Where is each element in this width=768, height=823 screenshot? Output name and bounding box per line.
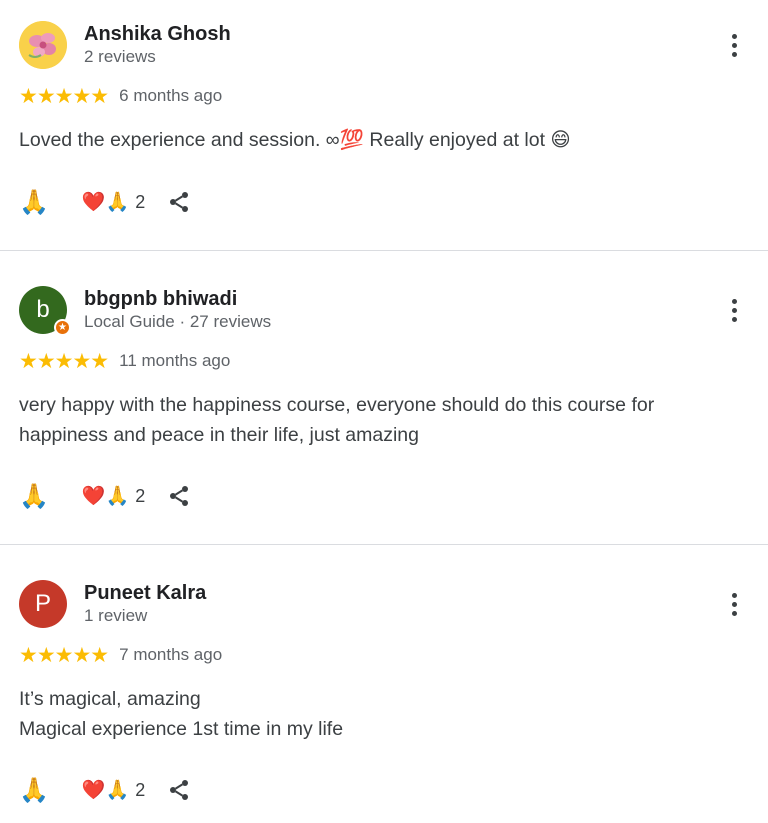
- more-options-button[interactable]: [722, 590, 746, 618]
- review-time: 11 months ago: [119, 351, 231, 370]
- reaction-count: 2: [135, 192, 146, 212]
- heart-pray-icon: ❤️🙏: [81, 778, 130, 801]
- review-card: Anshika Ghosh 2 reviews ★★★★★ 6 months a…: [0, 0, 768, 250]
- more-vert-icon: [731, 298, 737, 304]
- share-icon: [170, 486, 189, 506]
- flower-avatar-icon: [19, 21, 67, 69]
- reaction-count: 2: [135, 486, 146, 506]
- review-card: P Puneet Kalra 1 review ★★★★★ 7 months a…: [0, 545, 768, 823]
- review-text-line: very happy with the happiness course, ev…: [19, 394, 655, 416]
- star-rating-icon: ★★★★★: [19, 643, 109, 667]
- reaction-count-button[interactable]: ❤️🙏 2: [81, 484, 146, 507]
- reaction-count: 2: [135, 780, 146, 800]
- reviewer-meta[interactable]: 2 reviews: [84, 47, 156, 67]
- reviewer-meta[interactable]: Local Guide · 27 reviews: [84, 312, 271, 332]
- avatar[interactable]: P: [19, 580, 67, 628]
- pray-reaction-button[interactable]: 🙏: [19, 484, 49, 508]
- review-card: b ★ bbgpnb bhiwadi Local Guide · 27 revi…: [0, 251, 768, 544]
- local-guide-star-icon: ★: [54, 319, 71, 336]
- review-time: 7 months ago: [119, 645, 223, 664]
- heart-pray-icon: ❤️🙏: [81, 484, 130, 507]
- avatar-letter: P: [34, 590, 51, 617]
- star-rating-icon: ★★★★★: [19, 84, 109, 108]
- more-vert-icon: [731, 592, 737, 598]
- review-text: It’s magical, amazing Magical experience…: [19, 684, 739, 744]
- heart-pray-icon: ❤️🙏: [81, 190, 130, 213]
- review-text-line: Loved the experience and session. ∞💯 Rea…: [19, 129, 571, 151]
- share-icon: [170, 780, 189, 800]
- avatar[interactable]: b ★: [19, 286, 71, 336]
- reviewer-name[interactable]: Anshika Ghosh: [84, 23, 231, 46]
- share-button[interactable]: [167, 190, 191, 214]
- more-vert-icon: [731, 33, 737, 39]
- review-text-line: It’s magical, amazing: [19, 688, 201, 710]
- review-text-line: happiness and peace in their life, just …: [19, 424, 419, 446]
- more-options-button[interactable]: [722, 31, 746, 59]
- rating-row: ★★★★★ 7 months ago: [19, 643, 222, 667]
- star-rating-icon: ★★★★★: [19, 349, 109, 373]
- more-options-button[interactable]: [722, 296, 746, 324]
- review-text-line: Magical experience 1st time in my life: [19, 718, 344, 740]
- reviewer-meta[interactable]: 1 review: [84, 606, 147, 626]
- reaction-count-button[interactable]: ❤️🙏 2: [81, 778, 146, 801]
- avatar[interactable]: [19, 21, 67, 69]
- reaction-count-button[interactable]: ❤️🙏 2: [81, 190, 146, 213]
- rating-row: ★★★★★ 11 months ago: [19, 349, 230, 373]
- share-button[interactable]: [167, 484, 191, 508]
- share-icon: [170, 192, 189, 212]
- pray-reaction-button[interactable]: 🙏: [19, 778, 49, 802]
- review-text: very happy with the happiness course, ev…: [19, 390, 739, 450]
- review-time: 6 months ago: [119, 86, 223, 105]
- pray-reaction-button[interactable]: 🙏: [19, 190, 49, 214]
- review-actions: 🙏 ❤️🙏 2: [19, 187, 191, 217]
- reviewer-name[interactable]: bbgpnb bhiwadi: [84, 288, 237, 311]
- review-actions: 🙏 ❤️🙏 2: [19, 481, 191, 511]
- share-button[interactable]: [167, 778, 191, 802]
- review-actions: 🙏 ❤️🙏 2: [19, 775, 191, 805]
- rating-row: ★★★★★ 6 months ago: [19, 84, 222, 108]
- reviewer-name[interactable]: Puneet Kalra: [84, 582, 206, 605]
- review-text: Loved the experience and session. ∞💯 Rea…: [19, 125, 739, 155]
- avatar-letter: b: [36, 296, 50, 323]
